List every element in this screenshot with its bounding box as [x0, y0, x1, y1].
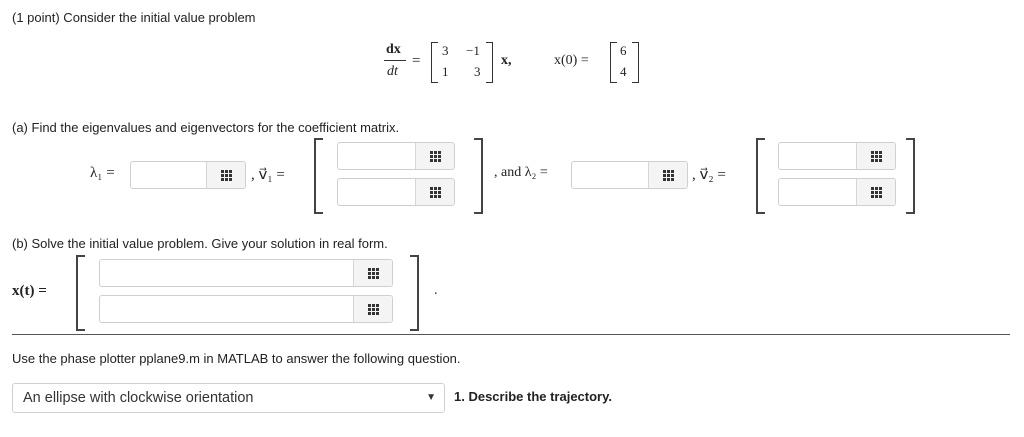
matrix-left-bracket [431, 42, 438, 83]
ic-x2: 4 [620, 64, 627, 79]
ic-right-bracket [632, 42, 639, 83]
grid-icon [367, 267, 379, 279]
grid-icon [220, 169, 232, 181]
lambda2-input[interactable] [571, 161, 688, 189]
grid-icon [429, 150, 441, 162]
ode-lhs-denominator: dt [387, 64, 398, 79]
xt-component-2-input[interactable] [99, 295, 393, 323]
xt-left-bracket [76, 255, 85, 331]
trajectory-select-value: An ellipse with clockwise orientation [23, 390, 254, 406]
v2-right-bracket [906, 138, 915, 214]
v1-component-1-button[interactable] [415, 143, 454, 169]
grid-icon [870, 186, 882, 198]
xt-right-bracket [410, 255, 419, 331]
v2-component-2-input[interactable] [778, 178, 896, 206]
v2-component-2-button[interactable] [856, 179, 895, 205]
lambda2-label: , and λ₂ = [494, 165, 548, 180]
xt-period: . [434, 283, 438, 298]
xt-component-1-button[interactable] [353, 260, 392, 286]
part-a-prompt: (a) Find the eigenvalues and eigenvector… [12, 120, 400, 135]
matrix-a11: 3 [442, 43, 449, 58]
matrix-a21: 1 [442, 64, 449, 79]
question-text: 1. Describe the trajectory. [454, 389, 612, 404]
xt-label: x(t) = [12, 283, 47, 300]
ic-left-bracket [610, 42, 617, 83]
lambda1-label: λ₁ = [90, 165, 115, 181]
ode-equation: dx dt = 3 −1 1 3 x, x(0) = 6 4 [384, 40, 654, 90]
xt-component-2-button[interactable] [353, 296, 392, 322]
ode-equals: = [412, 53, 421, 69]
v2-component-1-button[interactable] [856, 143, 895, 169]
v1-left-bracket [314, 138, 323, 214]
fraction-bar [384, 60, 406, 61]
ode-lhs-numerator: dx [386, 42, 401, 57]
ic-x1: 6 [620, 43, 627, 58]
v1-component-2-button[interactable] [415, 179, 454, 205]
intro-text: (1 point) Consider the initial value pro… [12, 10, 256, 25]
v2-component-1-input[interactable] [778, 142, 896, 170]
ic-lhs: x(0) = [554, 53, 589, 68]
phase-prompt: Use the phase plotter pplane9.m in MATLA… [12, 351, 461, 366]
trajectory-question: 1. Describe the trajectory. [454, 389, 612, 405]
grid-icon [429, 186, 441, 198]
trajectory-select[interactable]: An ellipse with clockwise orientation ▼ [12, 383, 445, 413]
xt-label-text: x(t) = [12, 283, 47, 299]
lambda2-equation-button[interactable] [648, 162, 687, 188]
ode-state-vector: x, [501, 53, 512, 68]
v1-component-1-input[interactable] [337, 142, 455, 170]
caret-down-icon: ▼ [426, 392, 436, 403]
lambda1-input[interactable] [130, 161, 246, 189]
grid-icon [367, 303, 379, 315]
v2-left-bracket [756, 138, 765, 214]
matrix-right-bracket [486, 42, 493, 83]
v2-label: , v⃗₂ = [692, 167, 726, 183]
v1-right-bracket [474, 138, 483, 214]
part-b-prompt: (b) Solve the initial value problem. Giv… [12, 236, 388, 251]
grid-icon [662, 169, 674, 181]
matrix-a22: 3 [474, 64, 481, 79]
v1-label: , v⃗₁ = [251, 167, 285, 183]
grid-icon [870, 150, 882, 162]
lambda1-equation-button[interactable] [206, 162, 245, 188]
v1-component-2-input[interactable] [337, 178, 455, 206]
section-divider [12, 334, 1010, 335]
xt-component-1-input[interactable] [99, 259, 393, 287]
matrix-a12: −1 [466, 43, 480, 58]
